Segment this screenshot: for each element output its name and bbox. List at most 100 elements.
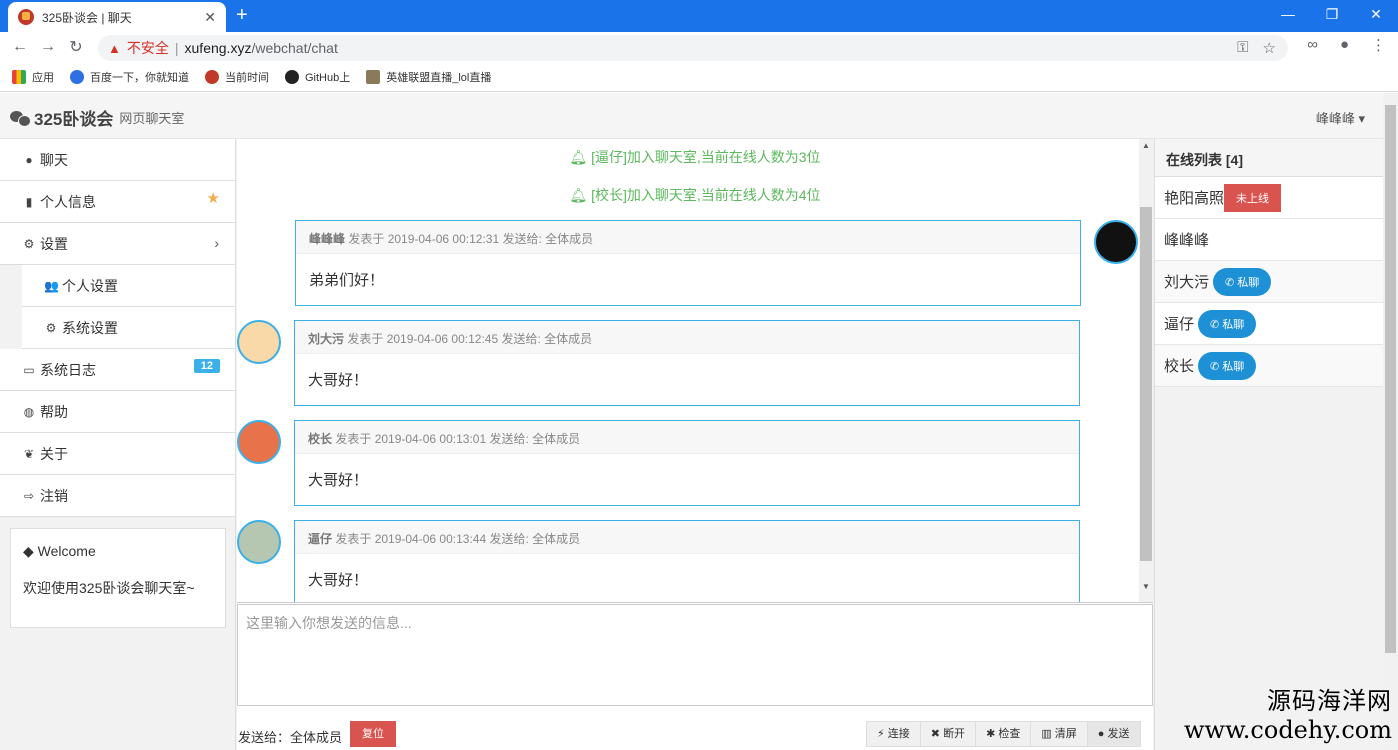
message-author: 逼仔 bbox=[308, 532, 333, 546]
welcome-title-text: Welcome bbox=[37, 543, 96, 559]
browser-tab-bar: 325卧谈会 | 聊天 ✕ + — ❐ ✕ bbox=[0, 0, 1398, 32]
message-author: 峰峰峰 bbox=[309, 232, 346, 246]
reset-button[interactable]: 复位 bbox=[350, 721, 396, 747]
key-icon[interactable]: ⚿ bbox=[1237, 39, 1248, 57]
baidu-paw-icon bbox=[70, 69, 84, 84]
online-user[interactable]: 艳阳高照 未上线 bbox=[1155, 177, 1383, 219]
bookmark-label: 英雄联盟直播_lol直播 bbox=[386, 71, 492, 84]
lol-icon bbox=[366, 69, 381, 84]
plug-icon: ⚡ bbox=[877, 728, 888, 740]
sidebar-item-about[interactable]: ❦ 关于 bbox=[0, 433, 235, 475]
url-path: /webchat/chat bbox=[251, 40, 338, 56]
avatar[interactable] bbox=[237, 420, 281, 464]
chat-message: 峰峰峰 发表于 2019-04-06 00:12:31 发送给: 全体成员 弟弟… bbox=[295, 220, 1081, 306]
phone-icon: ✆ bbox=[1225, 276, 1238, 289]
join-notice: 🔔︎ [逼仔]加入聊天室,当前在线人数为3位 bbox=[237, 139, 1153, 177]
url-host: xufeng.xyz bbox=[184, 40, 252, 56]
chat-message: 校长 发表于 2019-04-06 00:13:01 发送给: 全体成员 大哥好… bbox=[294, 420, 1080, 506]
close-tab-icon[interactable]: ✕ bbox=[204, 9, 216, 26]
book-icon: ▮ bbox=[25, 194, 33, 209]
sidebar-item-logs[interactable]: ▭ 系统日志 12 bbox=[0, 349, 235, 391]
bookmark-apps[interactable]: 应用 bbox=[12, 69, 54, 85]
insecure-label: 不安全 bbox=[126, 40, 169, 56]
send-button[interactable]: ● 发送 bbox=[1086, 721, 1141, 747]
sidebar-item-personal-settings[interactable]: 👥 个人设置 bbox=[22, 265, 235, 307]
private-chat-button[interactable]: ✆ 私聊 bbox=[1213, 267, 1272, 296]
scroll-thumb[interactable] bbox=[1140, 207, 1152, 561]
globe-icon: ◍ bbox=[23, 404, 35, 419]
forward-icon[interactable]: → bbox=[34, 38, 62, 56]
clear-button[interactable]: ▥ 清屏 bbox=[1030, 721, 1087, 747]
online-user-name: 峰峰峰 bbox=[1164, 232, 1210, 249]
avatar[interactable] bbox=[237, 320, 281, 364]
connect-button[interactable]: ⚡ 连接 bbox=[866, 721, 920, 747]
message-scrollbar[interactable]: ▲ ▼ bbox=[1139, 139, 1153, 602]
minimize-icon[interactable]: — bbox=[1266, 0, 1310, 30]
profile-icon[interactable]: ● bbox=[1340, 36, 1349, 54]
menu-icon[interactable]: ⋮ bbox=[1371, 36, 1386, 54]
close-window-icon[interactable]: ✕ bbox=[1354, 0, 1398, 30]
reload-icon[interactable]: ↻ bbox=[62, 37, 90, 57]
button-label: 清屏 bbox=[1054, 728, 1077, 740]
user-menu[interactable]: 峰峰峰 ▾ bbox=[1316, 108, 1365, 127]
scroll-up-icon[interactable]: ▲ bbox=[1142, 141, 1150, 150]
notice-text: [逼仔]加入聊天室,当前在线人数为3位 bbox=[591, 149, 821, 165]
check-button[interactable]: ✱ 检查 bbox=[975, 721, 1031, 747]
notice-text: [校长]加入聊天室,当前在线人数为4位 bbox=[591, 187, 821, 203]
message-meta: 发表于 2019-04-06 00:12:31 发送给: 全体成员 bbox=[348, 232, 594, 246]
message-body: 大哥好！ bbox=[308, 472, 369, 489]
button-label: 发送 bbox=[1107, 728, 1130, 740]
bookmark-label: 当前时间 bbox=[225, 71, 269, 84]
bookmark-github[interactable]: GitHub上 bbox=[285, 69, 350, 85]
back-icon[interactable]: ← bbox=[6, 38, 34, 56]
bookmark-label: 百度一下，你就知道 bbox=[90, 71, 189, 84]
online-user-name: 艳阳高照 bbox=[1164, 190, 1225, 207]
page-scroll-thumb[interactable] bbox=[1385, 105, 1396, 653]
message-area[interactable]: 🔔︎ [逼仔]加入聊天室,当前在线人数为3位 🔔︎ [校长]加入聊天室,当前在线… bbox=[237, 139, 1153, 603]
page-scrollbar[interactable] bbox=[1383, 93, 1398, 750]
new-tab-button[interactable]: + bbox=[236, 5, 248, 25]
disconnect-button[interactable]: ✖ 断开 bbox=[919, 721, 976, 747]
action-buttons: ⚡ 连接 ✖ 断开 ✱ 检查 ▥ 清屏 ● 发送 bbox=[866, 721, 1141, 747]
bell-icon: 🔔︎ bbox=[569, 187, 592, 203]
message-body: 弟弟们好！ bbox=[309, 272, 385, 289]
offline-badge: 未上线 bbox=[1224, 183, 1282, 212]
bookmark-baidu[interactable]: 百度一下，你就知道 bbox=[70, 69, 189, 85]
sidebar-item-chat[interactable]: ● 聊天 bbox=[0, 139, 235, 181]
message-meta: 发表于 2019-04-06 00:13:01 发送给: 全体成员 bbox=[335, 432, 581, 446]
online-user-name: 校长 bbox=[1164, 358, 1195, 375]
online-user[interactable]: 刘大污 ✆ 私聊 bbox=[1155, 261, 1383, 303]
join-notice: 🔔︎ [校长]加入聊天室,当前在线人数为4位 bbox=[237, 177, 1153, 215]
url-input[interactable]: ▲ 不安全 | xufeng.xyz /webchat/chat ⚿ ☆ bbox=[98, 35, 1288, 61]
online-user-name: 刘大污 bbox=[1164, 274, 1210, 291]
warning-icon: ▲ bbox=[108, 40, 121, 56]
online-user[interactable]: 逼仔 ✆ 私聊 bbox=[1155, 303, 1383, 345]
button-label: 私聊 bbox=[1222, 318, 1245, 331]
sidebar-item-profile[interactable]: ▮ 个人信息 ★ bbox=[0, 181, 235, 223]
online-user-name: 逼仔 bbox=[1164, 316, 1195, 333]
online-user[interactable]: 峰峰峰 bbox=[1155, 219, 1383, 261]
maximize-icon[interactable]: ❐ bbox=[1310, 0, 1354, 30]
online-user[interactable]: 校长 ✆ 私聊 bbox=[1155, 345, 1383, 387]
bell-icon: 🔔︎ bbox=[569, 149, 592, 165]
avatar[interactable] bbox=[237, 520, 281, 564]
bookmark-star-icon[interactable]: ☆ bbox=[1263, 39, 1276, 57]
sidebar-item-label: 关于 bbox=[40, 445, 68, 462]
sidebar-item-system-settings[interactable]: ⚙ 系统设置 bbox=[22, 307, 235, 349]
private-chat-button[interactable]: ✆ 私聊 bbox=[1198, 351, 1257, 380]
scroll-down-icon[interactable]: ▼ bbox=[1142, 582, 1150, 591]
sidebar-item-help[interactable]: ◍ 帮助 bbox=[0, 391, 235, 433]
message-input[interactable]: 这里输入你想发送的信息... bbox=[237, 604, 1153, 706]
private-chat-button[interactable]: ✆ 私聊 bbox=[1198, 309, 1257, 338]
avatar[interactable] bbox=[1094, 220, 1138, 264]
bookmark-time[interactable]: 当前时间 bbox=[205, 69, 269, 85]
bookmark-lol[interactable]: 英雄联盟直播_lol直播 bbox=[366, 69, 491, 85]
star-icon: ★ bbox=[206, 190, 220, 207]
browser-tab[interactable]: 325卧谈会 | 聊天 ✕ bbox=[8, 2, 226, 32]
extension-icon[interactable]: ∞ bbox=[1307, 36, 1318, 54]
url-separator: | bbox=[174, 40, 179, 56]
log-count-badge: 12 bbox=[193, 359, 220, 373]
sidebar-item-logout[interactable]: ⇨ 注销 bbox=[0, 475, 235, 517]
brand[interactable]: 325卧谈会 网页聊天室 bbox=[10, 105, 184, 130]
sidebar-item-settings[interactable]: ⚙ 设置 › bbox=[0, 223, 235, 265]
